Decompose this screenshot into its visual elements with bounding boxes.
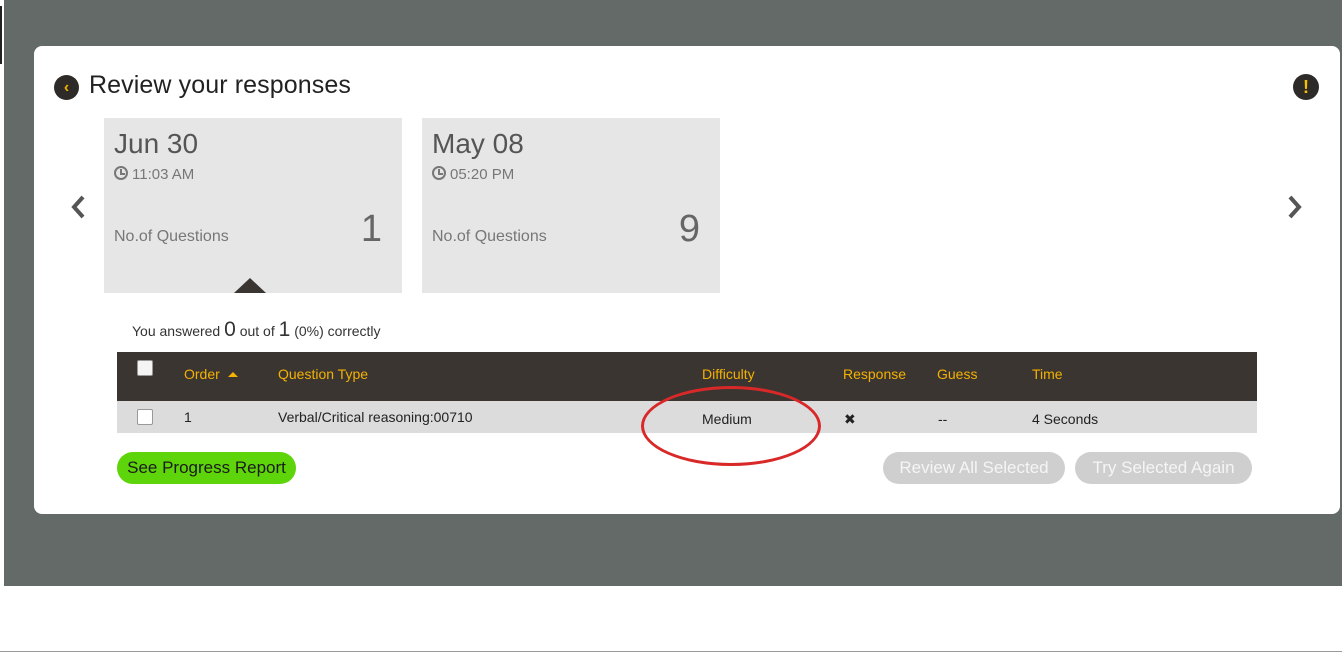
cell-question-type: Verbal/Critical reasoning:00710 xyxy=(278,409,473,425)
chevron-right-icon[interactable] xyxy=(1283,192,1305,222)
question-count: 9 xyxy=(678,208,700,250)
column-time[interactable]: Time xyxy=(1032,366,1063,382)
see-progress-report-button[interactable]: See Progress Report xyxy=(117,452,296,484)
review-modal: ‹ Review your responses ! Jun 30 11:03 A… xyxy=(34,46,1340,514)
annotation-circle xyxy=(641,386,821,466)
column-question-type[interactable]: Question Type xyxy=(278,366,368,382)
score-summary: You answered 0 out of 1 (0%) correctly xyxy=(132,318,381,342)
column-difficulty[interactable]: Difficulty xyxy=(702,366,755,382)
column-order-label: Order xyxy=(184,366,220,382)
bottom-divider xyxy=(0,651,1342,652)
select-all-checkbox[interactable] xyxy=(137,360,153,376)
question-count: 1 xyxy=(360,208,382,250)
sort-ascending-icon xyxy=(227,372,238,377)
session-time-text: 05:20 PM xyxy=(450,166,515,183)
session-card-jun-30[interactable]: Jun 30 11:03 AM No.of Questions 1 xyxy=(104,118,402,293)
summary-suffix: (0%) correctly xyxy=(294,323,381,339)
question-count-label: No.of Questions xyxy=(114,228,229,245)
cell-order: 1 xyxy=(184,409,192,425)
column-guess[interactable]: Guess xyxy=(937,366,977,382)
try-selected-again-button[interactable]: Try Selected Again xyxy=(1075,452,1252,484)
chevron-left-icon[interactable] xyxy=(68,192,90,222)
row-checkbox[interactable] xyxy=(137,409,153,425)
summary-middle: out of xyxy=(239,323,275,339)
cell-response: ✖ xyxy=(844,411,856,427)
selected-card-pointer xyxy=(234,278,266,293)
clock-icon xyxy=(114,166,128,180)
page-title: Review your responses xyxy=(89,71,351,99)
back-icon[interactable]: ‹ xyxy=(54,75,79,100)
column-response[interactable]: Response xyxy=(843,366,906,382)
session-time: 05:20 PM xyxy=(432,166,514,183)
session-date: May 08 xyxy=(432,128,524,159)
cell-time: 4 Seconds xyxy=(1032,411,1099,427)
clock-icon xyxy=(432,166,446,180)
alert-icon[interactable]: ! xyxy=(1293,74,1319,100)
total-count: 1 xyxy=(278,318,291,341)
column-order[interactable]: Order xyxy=(184,366,238,382)
session-date: Jun 30 xyxy=(114,128,199,159)
question-count-label: No.of Questions xyxy=(432,228,547,245)
correct-count: 0 xyxy=(224,318,236,341)
cell-guess: -- xyxy=(938,411,948,427)
session-card-may-08[interactable]: May 08 05:20 PM No.of Questions 9 xyxy=(422,118,720,293)
session-time: 11:03 AM xyxy=(114,166,194,183)
summary-prefix: You answered xyxy=(132,323,221,339)
review-all-selected-button[interactable]: Review All Selected xyxy=(883,452,1065,484)
window-edge xyxy=(0,6,2,64)
session-time-text: 11:03 AM xyxy=(132,166,195,183)
